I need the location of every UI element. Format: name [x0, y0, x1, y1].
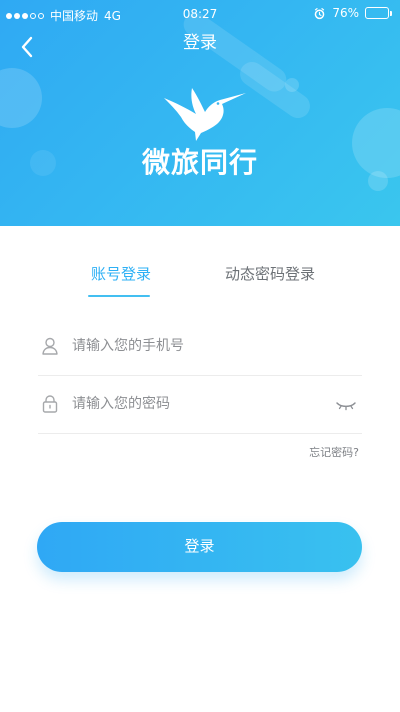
decorative-circle: [0, 68, 42, 128]
tab-dynamic-password-login[interactable]: 动态密码登录: [218, 262, 322, 286]
eye-closed-icon[interactable]: [334, 396, 358, 414]
login-button[interactable]: 登录: [37, 522, 362, 572]
active-tab-indicator: [88, 295, 150, 297]
battery-percent: 76%: [332, 6, 359, 20]
brand-name: 微旅同行: [141, 146, 258, 179]
phone-field: [38, 318, 362, 376]
status-time: 08:27: [182, 7, 218, 21]
battery-icon: [365, 7, 392, 19]
status-left: 中国移动 4G: [6, 7, 121, 24]
login-tabs: 账号登录 动态密码登录: [0, 262, 400, 302]
signal-icon: [6, 12, 44, 19]
status-bar: 中国移动 4G 08:27 76%: [0, 0, 400, 30]
tab-account-login[interactable]: 账号登录: [84, 262, 158, 286]
phone-input[interactable]: [72, 334, 322, 358]
forgot-password-link[interactable]: 忘记密码?: [309, 446, 359, 460]
password-field: [38, 376, 362, 434]
alarm-icon: [315, 7, 325, 19]
lock-icon: [42, 395, 58, 413]
network-type: 4G: [104, 8, 121, 23]
status-right: 76%: [313, 6, 392, 20]
password-input[interactable]: [72, 392, 322, 416]
carrier-name: 中国移动: [50, 9, 99, 23]
hummingbird-icon: [164, 88, 246, 141]
login-screen: 中国移动 4G 08:27 76% 登录 微旅同行 账号登录 动态密码登录 请输…: [0, 0, 400, 712]
header-banner: 中国移动 4G 08:27 76% 登录 微旅同行: [0, 0, 400, 226]
user-icon: [42, 337, 58, 355]
page-title: 登录: [183, 33, 217, 53]
